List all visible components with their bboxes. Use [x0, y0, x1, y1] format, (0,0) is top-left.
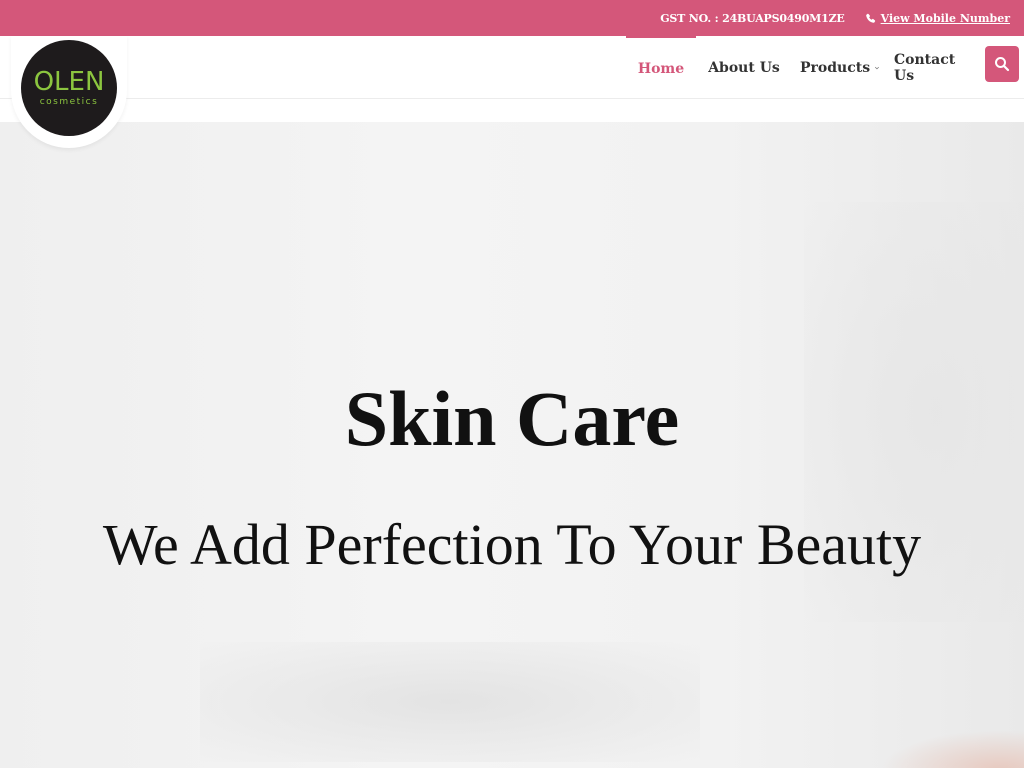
phone-icon	[865, 13, 875, 23]
chevron-down-icon	[875, 66, 880, 69]
nav-home-label: Home	[637, 60, 685, 77]
main-nav: Home About Us Products Contact Us	[0, 36, 1024, 99]
page: GST NO. : 24BUAPS0490M1ZE View Mobile Nu…	[0, 0, 1024, 768]
nav-contact-us[interactable]: Contact Us	[894, 36, 976, 99]
top-bar: GST NO. : 24BUAPS0490M1ZE View Mobile Nu…	[0, 0, 1024, 36]
brand-logo: OLEN cosmetics	[21, 40, 117, 136]
nav-contact-label: Contact Us	[894, 51, 956, 84]
hero-photo-edge	[880, 730, 1024, 768]
top-bar-info: GST NO. : 24BUAPS0490M1ZE View Mobile Nu…	[660, 0, 1010, 36]
nav-about-label: About Us	[708, 59, 780, 76]
gst-number: GST NO. : 24BUAPS0490M1ZE	[660, 11, 845, 25]
hero-banner: Skin Care We Add Perfection To Your Beau…	[0, 122, 1024, 768]
logo-link[interactable]: OLEN cosmetics	[11, 36, 127, 148]
view-mobile-label: View Mobile Number	[880, 11, 1010, 25]
nav-products-label: Products	[800, 59, 871, 76]
logo-wordmark: OLEN	[33, 67, 105, 97]
site-header: OLEN cosmetics Home About Us Products Co…	[0, 36, 1024, 148]
logo-tagline: cosmetics	[39, 97, 99, 107]
nav-home[interactable]: Home	[626, 36, 696, 99]
hero-subtitle: We Add Perfection To Your Beauty	[102, 512, 922, 577]
search-icon	[995, 57, 1010, 72]
hero-title: Skin Care	[344, 375, 680, 462]
search-button[interactable]	[985, 46, 1019, 82]
view-mobile-link[interactable]: View Mobile Number	[865, 12, 1010, 25]
nav-products[interactable]: Products	[800, 36, 880, 99]
nav-about-us[interactable]: About Us	[708, 36, 780, 99]
